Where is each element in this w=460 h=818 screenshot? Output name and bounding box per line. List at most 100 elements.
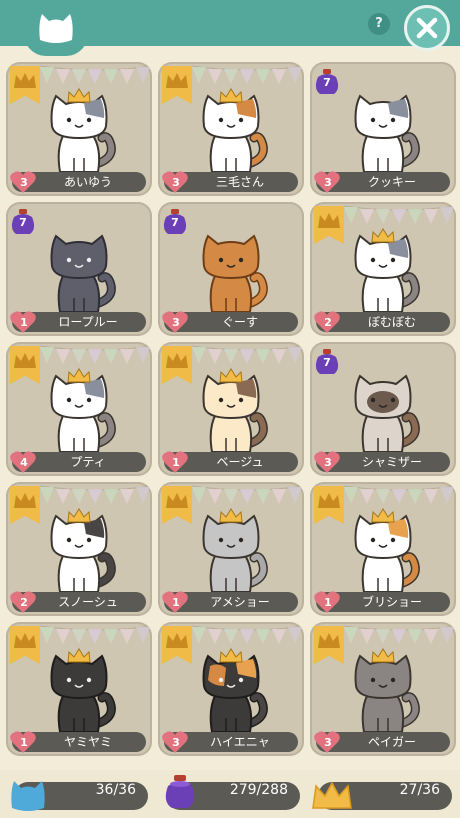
cat-illustration	[50, 234, 116, 313]
cat-face-icon	[39, 14, 73, 43]
cat-card[interactable]: 3 ハイエニャ	[158, 622, 304, 756]
crown-badge-icon	[10, 66, 40, 104]
heart-level: 3	[20, 176, 28, 189]
cat-name-bar: 3 あいゆう	[10, 171, 146, 193]
cat-name: ベージュ	[216, 455, 264, 469]
heart-level: 2	[324, 316, 332, 329]
crown-icon	[312, 781, 352, 809]
cat-illustration	[202, 88, 268, 173]
crown-badge-icon	[314, 626, 344, 664]
items-count: 279/288	[229, 782, 288, 798]
heart-level: 1	[20, 736, 28, 749]
cat-name: クッキー	[367, 175, 416, 189]
heart-level: 1	[324, 596, 332, 609]
cat-album-tab[interactable]	[24, 0, 88, 56]
heart-level: 3	[324, 456, 332, 469]
cat-card[interactable]: 7 1 ロープルー	[6, 202, 152, 336]
cat-name-bar: 2 ぼむぼむ	[314, 311, 450, 333]
cat-card[interactable]: 7 3 シャミザー	[310, 342, 456, 476]
crown-badge-icon	[10, 486, 40, 524]
items-stat: 279/288	[165, 775, 300, 810]
cat-name-bar: 1 ブリショー	[314, 591, 450, 613]
cat-name-bar: 1 ロープルー	[10, 311, 146, 333]
cat-card[interactable]: 2 スノーシュ	[6, 482, 152, 616]
cat-illustration	[354, 374, 420, 453]
purse-badge: 7	[10, 208, 36, 240]
heart-level: 2	[20, 596, 28, 609]
crowns-count: 27/36	[399, 782, 440, 798]
crown-badge-icon	[162, 486, 192, 524]
cat-name-bar: 3 シャミザー	[314, 451, 450, 473]
cat-name-bar: 3 ハイエニャ	[162, 731, 298, 753]
cat-card[interactable]: 1 ブリショー	[310, 482, 456, 616]
cat-name-bar: 1 ヤミヤミ	[10, 731, 146, 753]
purse-count: 7	[323, 76, 331, 89]
cat-card[interactable]: 7 3 ぐーす	[158, 202, 304, 336]
cat-name-bar: 4 プティ	[10, 451, 146, 473]
cat-illustration	[50, 368, 116, 453]
help-button[interactable]: ?	[368, 13, 390, 35]
cats-stat: 36/36	[11, 781, 148, 811]
crown-badge-icon	[10, 626, 40, 664]
cat-name: ロープルー	[58, 315, 118, 329]
cats-count: 36/36	[95, 782, 136, 798]
purse-badge: 7	[314, 68, 340, 100]
heart-level: 3	[324, 176, 332, 189]
cat-card[interactable]: 1 ヤミヤミ	[6, 622, 152, 756]
cat-illustration	[50, 508, 116, 593]
cat-name: シャミザー	[361, 455, 422, 469]
cat-name: ブリショー	[361, 595, 422, 609]
crowns-stat: 27/36	[312, 781, 452, 810]
cat-card[interactable]: 3 あいゆう	[6, 62, 152, 196]
cat-card[interactable]: 3 ペイガー	[310, 622, 456, 756]
cat-illustration	[354, 94, 420, 173]
cat-name: プティ	[70, 455, 106, 469]
cat-name: あいゆう	[63, 175, 112, 189]
cat-name: ペイガー	[367, 735, 416, 749]
purse-icon	[165, 775, 195, 808]
purse-count: 7	[171, 216, 179, 229]
heart-level: 3	[172, 316, 180, 329]
cat-illustration	[50, 88, 116, 173]
cat-name-bar: 3 三毛さん	[162, 171, 298, 193]
cat-name-bar: 1 ベージュ	[162, 451, 298, 473]
cat-name-bar: 2 スノーシュ	[10, 591, 146, 613]
cat-illustration	[354, 648, 420, 733]
cat-name: スノーシュ	[58, 595, 118, 609]
cat-card[interactable]: 7 3 クッキー	[310, 62, 456, 196]
cat-name-bar: 3 ぐーす	[162, 311, 298, 333]
cat-name: ヤミヤミ	[63, 735, 112, 749]
heart-level: 1	[172, 596, 180, 609]
cat-illustration	[202, 508, 268, 593]
crown-badge-icon	[10, 346, 40, 384]
crown-badge-icon	[162, 626, 192, 664]
heart-level: 3	[324, 736, 332, 749]
cat-name-bar: 3 ペイガー	[314, 731, 450, 753]
cat-illustration	[354, 228, 420, 313]
purse-badge: 7	[314, 348, 340, 380]
purse-badge: 7	[162, 208, 188, 240]
cat-card[interactable]: 3 三毛さん	[158, 62, 304, 196]
heart-level: 3	[172, 736, 180, 749]
top-bar: ?	[0, 0, 460, 56]
heart-level: 1	[172, 456, 180, 469]
cat-name-bar: 3 クッキー	[314, 171, 450, 193]
close-icon	[416, 17, 438, 39]
cat-card[interactable]: 1 アメショー	[158, 482, 304, 616]
cat-illustration	[202, 368, 268, 453]
close-button[interactable]	[404, 5, 450, 51]
crown-badge-icon	[162, 346, 192, 384]
cat-illustration	[354, 508, 420, 593]
crown-badge-icon	[314, 206, 344, 244]
cat-name-bar: 1 アメショー	[162, 591, 298, 613]
cat-card[interactable]: 4 プティ	[6, 342, 152, 476]
cat-name: ぐーす	[221, 315, 258, 329]
cat-name: 三毛さん	[215, 175, 264, 189]
cat-card[interactable]: 2 ぼむぼむ	[310, 202, 456, 336]
heart-level: 1	[20, 316, 28, 329]
cat-icon	[11, 781, 45, 811]
cat-card[interactable]: 1 ベージュ	[158, 342, 304, 476]
cat-illustration	[50, 648, 116, 733]
heart-level: 3	[172, 176, 180, 189]
purse-count: 7	[323, 356, 331, 369]
